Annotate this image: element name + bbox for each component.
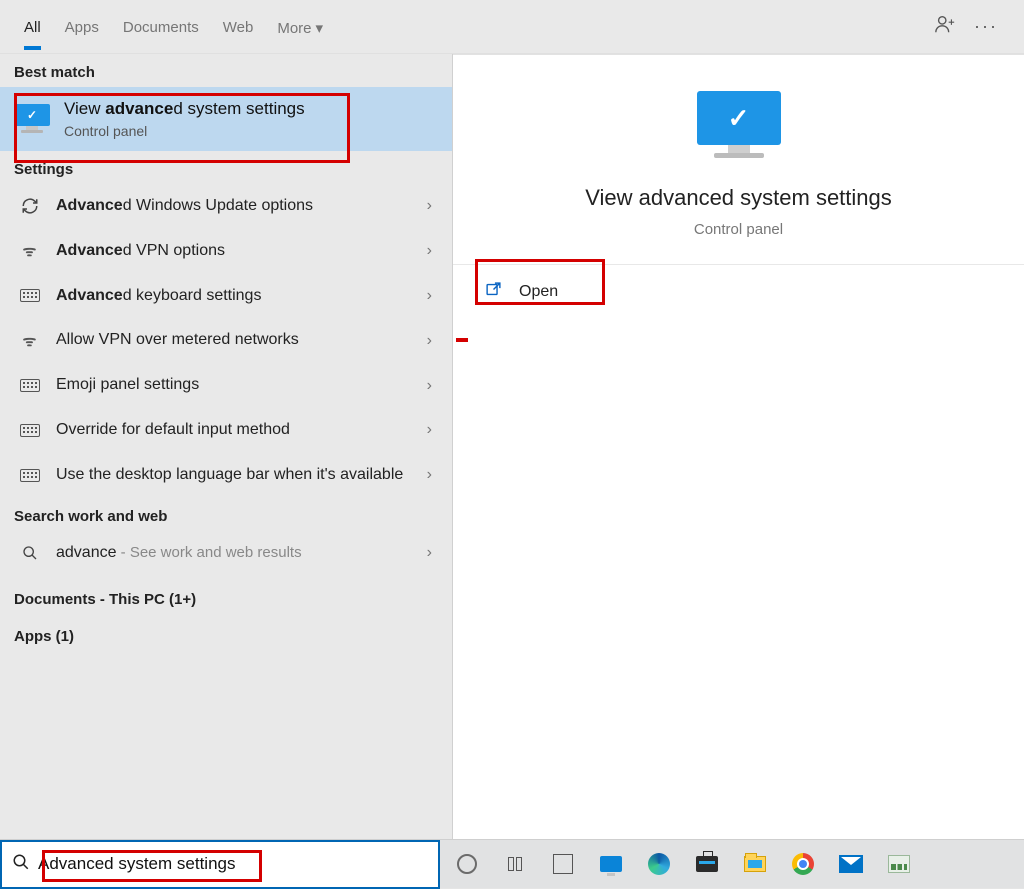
settings-item-input-method[interactable]: Override for default input method › [0, 408, 452, 453]
search-icon [18, 545, 42, 561]
keyboard-icon [18, 379, 42, 392]
web-search-item[interactable]: advance - See work and web results › [0, 531, 452, 576]
chevron-right-icon: › [427, 332, 438, 350]
settings-item-windows-update[interactable]: Advanced Windows Update options › [0, 184, 452, 229]
settings-item-label: Emoji panel settings [56, 375, 413, 396]
annotation-mark [456, 338, 468, 342]
store-icon[interactable] [694, 851, 720, 877]
preview-title: View advanced system settings [585, 185, 892, 211]
keyboard-icon [18, 424, 42, 437]
system-settings-icon [14, 104, 50, 134]
best-match-result[interactable]: View advanced system settings Control pa… [0, 87, 452, 151]
mail-icon[interactable] [838, 851, 864, 877]
keyboard-icon [18, 289, 42, 302]
section-apps[interactable]: Apps (1) [0, 614, 452, 651]
settings-item-language-bar[interactable]: Use the desktop language bar when it's a… [0, 453, 452, 498]
chevron-right-icon: › [427, 421, 438, 439]
chevron-right-icon: › [427, 466, 438, 484]
section-documents[interactable]: Documents - This PC (1+) [0, 575, 452, 614]
vpn-icon: ᯤ [18, 331, 42, 351]
search-icon [12, 853, 30, 876]
best-match-subtitle: Control panel [64, 123, 305, 139]
chrome-icon[interactable] [790, 851, 816, 877]
settings-item-label: Advanced Windows Update options [56, 196, 413, 217]
settings-item-label: Advanced VPN options [56, 241, 413, 262]
tab-more[interactable]: More▾ [265, 3, 335, 51]
edge-icon[interactable] [646, 851, 672, 877]
web-search-label: advance - See work and web results [56, 543, 413, 564]
monitor-icon[interactable] [598, 851, 624, 877]
open-label: Open [519, 283, 558, 301]
system-settings-icon [697, 91, 781, 165]
settings-item-keyboard[interactable]: Advanced keyboard settings › [0, 274, 452, 319]
settings-item-label: Override for default input method [56, 420, 413, 441]
search-tabs-bar: All Apps Documents Web More▾ ··· [0, 0, 1024, 54]
chevron-right-icon: › [427, 544, 438, 562]
settings-item-vpn-options[interactable]: ᯤ Advanced VPN options › [0, 229, 452, 274]
section-settings: Settings [0, 151, 452, 184]
open-action[interactable]: Open [453, 265, 1024, 319]
file-explorer-icon[interactable] [742, 851, 768, 877]
refresh-icon [18, 197, 42, 215]
app-icon[interactable] [550, 851, 576, 877]
preview-subtitle: Control panel [694, 221, 783, 238]
tab-documents[interactable]: Documents [111, 3, 211, 50]
taskbar-search-box[interactable] [0, 840, 440, 889]
settings-item-label: Advanced keyboard settings [56, 286, 413, 307]
chevron-right-icon: › [427, 242, 438, 260]
settings-item-vpn-metered[interactable]: ᯤ Allow VPN over metered networks › [0, 318, 452, 363]
taskbar [0, 839, 1024, 888]
section-best-match: Best match [0, 54, 452, 87]
result-preview-pane: View advanced system settings Control pa… [453, 54, 1024, 839]
taskbar-icons [440, 851, 1024, 877]
cortana-icon[interactable] [454, 851, 480, 877]
settings-item-label: Allow VPN over metered networks [56, 330, 413, 351]
keyboard-icon [18, 469, 42, 482]
tab-all[interactable]: All [12, 3, 53, 50]
account-icon[interactable] [934, 13, 956, 40]
settings-results-list: Advanced Windows Update options › ᯤ Adva… [0, 184, 452, 498]
chevron-right-icon: › [427, 287, 438, 305]
chevron-right-icon: › [427, 377, 438, 395]
tab-web[interactable]: Web [211, 3, 266, 50]
chevron-right-icon: › [427, 197, 438, 215]
more-options-icon[interactable]: ··· [974, 16, 998, 37]
search-input[interactable] [38, 854, 430, 874]
chevron-down-icon: ▾ [316, 20, 324, 37]
vpn-icon: ᯤ [18, 241, 42, 261]
tab-apps[interactable]: Apps [53, 3, 111, 50]
performance-monitor-icon[interactable] [886, 851, 912, 877]
search-results-panel: Best match View advanced system settings… [0, 54, 453, 839]
task-view-icon[interactable] [502, 851, 528, 877]
settings-item-label: Use the desktop language bar when it's a… [56, 465, 413, 486]
best-match-title: View advanced system settings [64, 99, 305, 119]
open-icon [483, 281, 503, 303]
settings-item-emoji-panel[interactable]: Emoji panel settings › [0, 363, 452, 408]
section-search-work-web: Search work and web [0, 498, 452, 531]
